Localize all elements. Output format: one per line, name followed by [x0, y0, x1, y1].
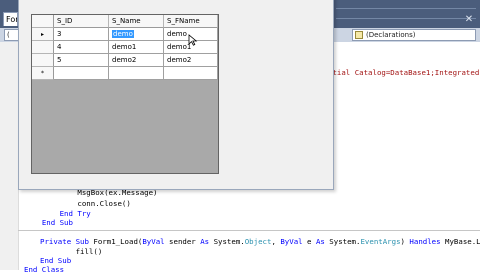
grid-corner-header — [32, 15, 54, 28]
cell-s-name-editing[interactable]: demo — [109, 28, 164, 41]
close-icon[interactable]: ✕ — [462, 14, 476, 26]
tab-form-designer[interactable]: Form — [3, 12, 18, 26]
column-header-s-fname[interactable]: S_FName — [164, 15, 218, 28]
connection-string-fragment: itial Catalog=DataBase1;Integrated Sec — [328, 68, 480, 77]
ide-toolbar-area — [333, 0, 480, 28]
cell-s-fname[interactable]: demo2 — [164, 54, 218, 67]
cell-s-id[interactable]: 4 — [54, 41, 109, 54]
code-line: End Sub — [40, 256, 72, 265]
column-header-s-id[interactable]: S_ID — [54, 15, 109, 28]
code-line: End Sub — [41, 218, 73, 227]
column-header-s-name[interactable]: S_Name — [109, 15, 164, 28]
code-line: conn.Close() — [77, 199, 131, 208]
cell-s-id[interactable]: 3 — [54, 28, 109, 41]
row-header[interactable] — [32, 41, 54, 54]
row-header[interactable] — [32, 54, 54, 67]
new-row-cell[interactable] — [109, 67, 164, 80]
procedure-separator — [18, 230, 480, 231]
code-line: fill() — [75, 247, 103, 256]
dropdown-icon — [355, 31, 363, 39]
cell-s-name[interactable]: demo1 — [109, 41, 164, 54]
editor-margin — [0, 42, 19, 270]
new-row-cell[interactable] — [54, 67, 109, 80]
row-header-new[interactable]: * — [32, 67, 54, 80]
toolbar-divider — [336, 8, 476, 9]
member-dropdown-label: (Declarations) — [366, 31, 416, 39]
code-line: End Try — [59, 209, 91, 218]
row-header-current[interactable]: ▸ — [32, 28, 54, 41]
cell-s-name[interactable]: demo2 — [109, 54, 164, 67]
cell-s-id[interactable]: 5 — [54, 54, 109, 67]
toolbar-divider — [336, 18, 476, 19]
mouse-cursor-icon — [188, 34, 198, 46]
new-row-cell[interactable] — [164, 67, 218, 80]
selected-text: demo — [112, 30, 134, 38]
code-line: Private Sub Form1_Load(ByVal sender As S… — [40, 237, 480, 246]
member-dropdown[interactable]: (Declarations) — [352, 29, 476, 41]
